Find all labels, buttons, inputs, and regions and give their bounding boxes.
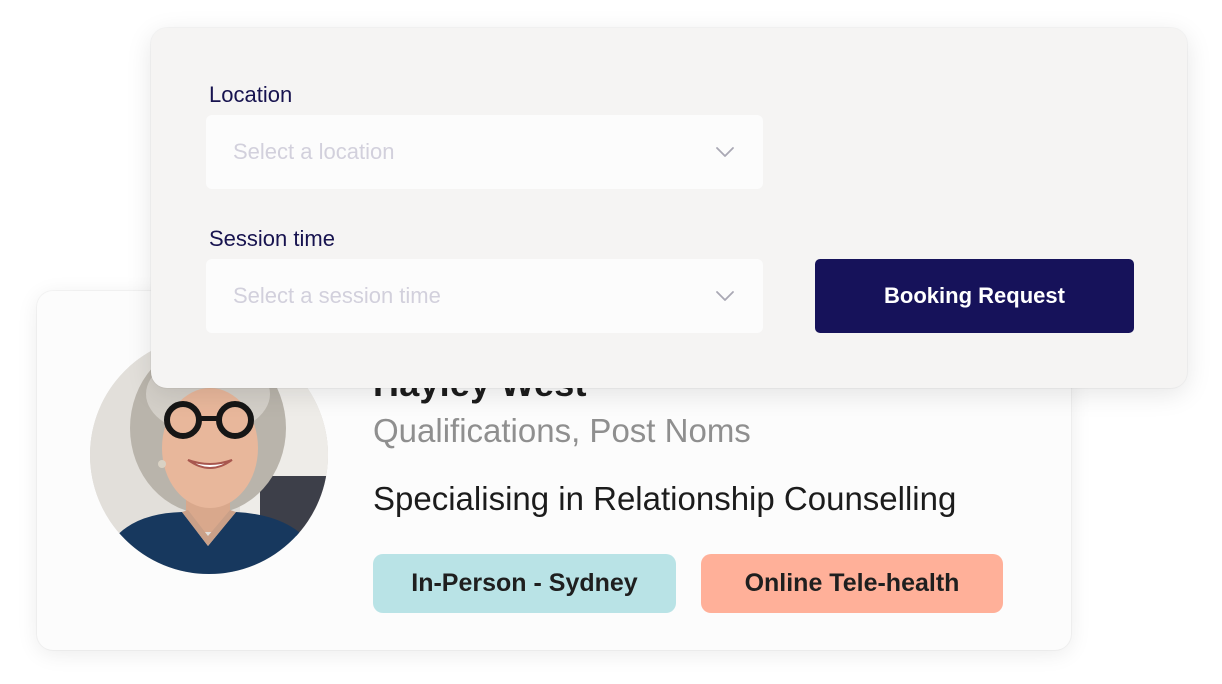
session-time-select[interactable]: Select a session time xyxy=(206,259,763,333)
counsellor-speciality: Specialising in Relationship Counselling xyxy=(373,480,957,517)
chevron-down-icon xyxy=(716,147,734,157)
counsellor-qualifications: Qualifications, Post Noms xyxy=(373,412,751,449)
location-select[interactable]: Select a location xyxy=(206,115,763,189)
session-time-label: Session time xyxy=(209,226,335,251)
booking-form-panel: Location Select a location Session time … xyxy=(151,28,1187,388)
chevron-down-icon xyxy=(716,291,734,301)
location-label: Location xyxy=(209,82,293,107)
session-time-select-placeholder: Select a session time xyxy=(233,283,441,308)
tag-in-person-sydney: In-Person - Sydney xyxy=(373,554,676,613)
booking-request-button[interactable]: Booking Request xyxy=(815,259,1134,333)
tag-online-tele-health: Online Tele-health xyxy=(701,554,1003,613)
location-select-placeholder: Select a location xyxy=(233,139,395,164)
